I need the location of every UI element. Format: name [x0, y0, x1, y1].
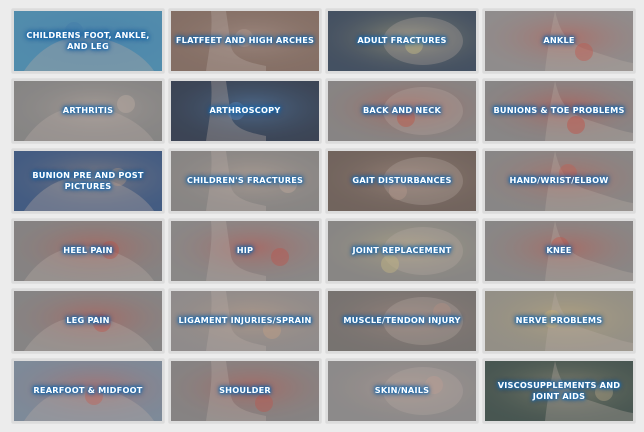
- tile-label: CHILDRENS FOOT, ANKLE, AND LEG: [26, 29, 150, 51]
- tile-label: HIP: [236, 245, 254, 256]
- condition-tile[interactable]: JOINT REPLACEMENT: [326, 219, 478, 283]
- tile-label: MUSCLE/TENDON INJURY: [343, 315, 461, 326]
- condition-tile[interactable]: CHILDRENS FOOT, ANKLE, AND LEG: [12, 9, 164, 73]
- condition-tile[interactable]: ARTHRITIS: [12, 79, 164, 143]
- tile-label: ARTHROSCOPY: [209, 105, 281, 116]
- tile-label: JOINT REPLACEMENT: [352, 245, 452, 256]
- tile-label: NERVE PROBLEMS: [515, 315, 603, 326]
- tile-label: REARFOOT & MIDFOOT: [33, 385, 143, 396]
- condition-tile[interactable]: LIGAMENT INJURIES/SPRAIN: [169, 289, 321, 353]
- conditions-grid: CHILDRENS FOOT, ANKLE, AND LEG FLATFEET A…: [12, 9, 635, 427]
- condition-tile[interactable]: HIP: [169, 219, 321, 283]
- tile-label: BACK AND NECK: [362, 105, 441, 116]
- condition-tile[interactable]: LEG PAIN: [12, 289, 164, 353]
- condition-tile[interactable]: BUNIONS & TOE PROBLEMS: [483, 79, 635, 143]
- condition-tile[interactable]: SHOULDER: [169, 359, 321, 423]
- condition-tile[interactable]: ADULT FRACTURES: [326, 9, 478, 73]
- tile-label: HAND/WRIST/ELBOW: [509, 175, 609, 186]
- tile-label: HEEL PAIN: [63, 245, 113, 256]
- tile-label: BUNION PRE AND POST PICTURES: [32, 169, 144, 191]
- tile-label: FLATFEET AND HIGH ARCHES: [175, 35, 315, 46]
- condition-tile[interactable]: VISCOSUPPLEMENTS AND JOINT AIDS: [483, 359, 635, 423]
- tile-label: ARTHRITIS: [62, 105, 114, 116]
- condition-tile[interactable]: HAND/WRIST/ELBOW: [483, 149, 635, 213]
- tile-label: VISCOSUPPLEMENTS AND JOINT AIDS: [497, 379, 621, 401]
- condition-tile[interactable]: BACK AND NECK: [326, 79, 478, 143]
- condition-tile[interactable]: ANKLE: [483, 9, 635, 73]
- condition-tile[interactable]: REARFOOT & MIDFOOT: [12, 359, 164, 423]
- condition-tile[interactable]: FLATFEET AND HIGH ARCHES: [169, 9, 321, 73]
- tile-label: KNEE: [546, 245, 572, 256]
- condition-tile[interactable]: HEEL PAIN: [12, 219, 164, 283]
- tile-label: SHOULDER: [219, 385, 271, 396]
- tile-label: SKIN/NAILS: [374, 385, 430, 396]
- tile-label: LIGAMENT INJURIES/SPRAIN: [178, 315, 312, 326]
- condition-tile[interactable]: ARTHROSCOPY: [169, 79, 321, 143]
- tile-label: GAIT DISTURBANCES: [352, 175, 452, 186]
- tile-label: CHILDREN'S FRACTURES: [186, 175, 304, 186]
- condition-tile[interactable]: BUNION PRE AND POST PICTURES: [12, 149, 164, 213]
- tile-label: BUNIONS & TOE PROBLEMS: [493, 105, 625, 116]
- condition-tile[interactable]: KNEE: [483, 219, 635, 283]
- condition-tile[interactable]: SKIN/NAILS: [326, 359, 478, 423]
- tile-label: ANKLE: [543, 35, 575, 46]
- tile-label: ADULT FRACTURES: [357, 35, 447, 46]
- condition-tile[interactable]: NERVE PROBLEMS: [483, 289, 635, 353]
- condition-tile[interactable]: CHILDREN'S FRACTURES: [169, 149, 321, 213]
- tile-label: LEG PAIN: [66, 315, 110, 326]
- condition-tile[interactable]: GAIT DISTURBANCES: [326, 149, 478, 213]
- condition-tile[interactable]: MUSCLE/TENDON INJURY: [326, 289, 478, 353]
